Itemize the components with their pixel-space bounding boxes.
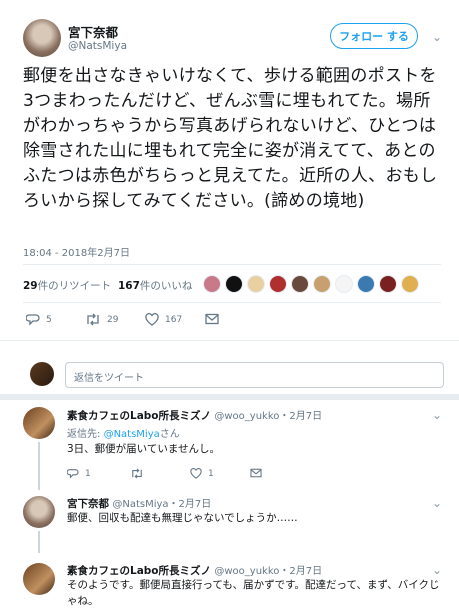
- reply-date[interactable]: ・2月7日: [279, 411, 322, 422]
- reply-icon: [26, 314, 40, 326]
- retweet-count: 29: [23, 280, 38, 292]
- reply-count: 1: [85, 468, 91, 479]
- liker-avatar[interactable]: [335, 275, 353, 293]
- reply-action[interactable]: 5: [26, 313, 52, 326]
- liker-avatar[interactable]: [203, 275, 221, 293]
- reply-text: 3日、郵便が届いていませんし。: [67, 443, 221, 455]
- reply-display-name[interactable]: 宮下奈都: [67, 498, 109, 510]
- retweet-icon: [87, 313, 99, 326]
- reply-header: 素食カフェのLabo所長ミズノ @woo_yukko・2月7日: [67, 407, 322, 423]
- reply-header: 素食カフェのLabo所長ミズノ @woo_yukko・2月7日: [67, 562, 322, 578]
- like-label: 件のいいね: [139, 280, 193, 292]
- reply-avatar[interactable]: [23, 407, 55, 439]
- reply-display-name[interactable]: 素食カフェのLabo所長ミズノ: [67, 565, 211, 577]
- retweet-action-count: 29: [107, 314, 119, 325]
- liker-avatar[interactable]: [247, 275, 265, 293]
- reply-text: そのようです。郵便局直接行っても、届かずです。配達だって、まず、バイクじゃね。: [67, 579, 440, 607]
- reply-handle[interactable]: @woo_yukko: [214, 566, 279, 577]
- message-action[interactable]: [250, 468, 262, 478]
- liker-avatar[interactable]: [379, 275, 397, 293]
- heart-icon: [190, 468, 202, 479]
- divider: [23, 264, 441, 265]
- thread-line: [38, 442, 40, 490]
- like-action-count: 167: [165, 314, 183, 325]
- liker-avatar[interactable]: [357, 275, 375, 293]
- reply-avatar[interactable]: [23, 563, 55, 595]
- retweet-action[interactable]: 29: [85, 313, 118, 326]
- like-action[interactable]: 1: [190, 468, 214, 479]
- section-separator: [0, 394, 459, 400]
- reply-handle[interactable]: @NatsMiya: [112, 499, 168, 510]
- reply-to-handle[interactable]: @NatsMiya: [104, 429, 160, 440]
- envelope-icon: [205, 313, 219, 325]
- chevron-down-icon[interactable]: ⌄: [431, 564, 443, 576]
- reply-date[interactable]: ・2月7日: [279, 566, 322, 577]
- divider: [0, 340, 459, 341]
- author-avatar[interactable]: [23, 19, 61, 57]
- reply-to-line: 返信先: @NatsMiyaさん: [67, 425, 180, 440]
- chevron-down-icon[interactable]: ⌄: [431, 31, 443, 43]
- retweet-label: 件のリツイート: [37, 280, 112, 292]
- liker-avatar[interactable]: [225, 275, 243, 293]
- retweet-icon: [132, 468, 142, 479]
- reply-action[interactable]: 1: [67, 468, 91, 479]
- reply-display-name[interactable]: 素食カフェのLabo所長ミズノ: [67, 410, 211, 422]
- author-handle[interactable]: @NatsMiya: [68, 40, 127, 52]
- reply-text: 郵便、回収も配達も無理じゃないでしょうか……: [67, 512, 298, 524]
- author-display-name[interactable]: 宮下奈都: [68, 22, 118, 41]
- tweet-text: 郵便を出さなきゃいけなくて、歩ける範囲のポストを3つまわったんだけど、ぜんぶ雪に…: [23, 66, 438, 211]
- liker-avatar[interactable]: [269, 275, 287, 293]
- reply-input[interactable]: 返信をツイート: [65, 362, 444, 388]
- like-action[interactable]: 167: [145, 313, 182, 326]
- liker-avatar[interactable]: [401, 275, 419, 293]
- retweet-stats[interactable]: 29件のリツイート: [23, 278, 111, 293]
- chevron-down-icon[interactable]: ⌄: [431, 497, 443, 509]
- follow-button[interactable]: フォロー する: [330, 23, 418, 49]
- liker-avatars: [203, 275, 419, 293]
- tweet-timestamp[interactable]: 18:04 - 2018年2月7日: [23, 244, 130, 259]
- liker-avatar[interactable]: [291, 275, 309, 293]
- reply-icon: [67, 469, 79, 479]
- thread-line: [38, 531, 40, 553]
- like-stats[interactable]: 167件のいいね: [118, 278, 192, 293]
- envelope-icon: [250, 468, 262, 478]
- message-action[interactable]: [205, 313, 219, 325]
- reply-count: 5: [46, 314, 52, 325]
- reply-to-label: 返信先:: [67, 429, 101, 440]
- retweet-action[interactable]: [130, 468, 144, 479]
- like-count: 167: [118, 280, 140, 292]
- like-count: 1: [208, 468, 214, 479]
- viewer-avatar: [30, 362, 54, 386]
- liker-avatar[interactable]: [313, 275, 331, 293]
- reply-avatar[interactable]: [23, 496, 55, 528]
- reply-date[interactable]: ・2月7日: [169, 499, 212, 510]
- reply-header: 宮下奈都 @NatsMiya・2月7日: [67, 495, 211, 511]
- reply-to-suffix: さん: [159, 429, 180, 440]
- divider: [23, 302, 441, 303]
- heart-icon: [145, 313, 159, 326]
- reply-handle[interactable]: @woo_yukko: [214, 411, 279, 422]
- chevron-down-icon[interactable]: ⌄: [431, 409, 443, 421]
